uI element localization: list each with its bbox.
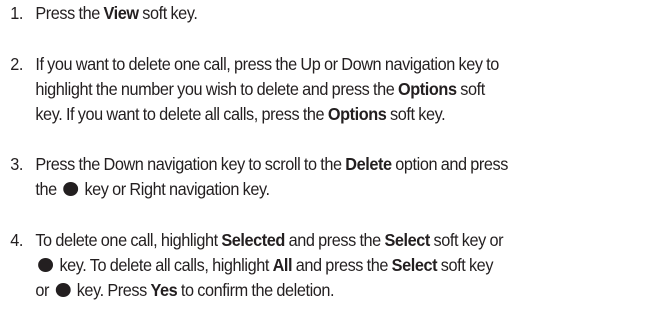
step-4: 4. To delete one call, highlight Selecte… xyxy=(0,228,605,303)
text-run: Press the Down navigation key to scroll … xyxy=(35,154,346,174)
step-number: 1. xyxy=(10,3,23,23)
text-run: option and press xyxy=(391,154,508,174)
text-run: the xyxy=(35,179,61,199)
step-text: Press the Down navigation key to scroll … xyxy=(35,152,635,202)
select-key-icon xyxy=(63,182,79,196)
text-run: soft key xyxy=(437,255,494,275)
bold-term: Yes xyxy=(150,280,178,300)
text-run: Press the xyxy=(35,3,104,23)
bold-term: All xyxy=(272,255,293,275)
select-key-icon xyxy=(55,283,71,297)
step-number: 2. xyxy=(10,54,23,74)
step-line: key. If you want to delete all calls, pr… xyxy=(35,102,635,127)
step-line: To delete one call, highlight Selected a… xyxy=(35,228,635,253)
text-run: and press the xyxy=(284,230,385,250)
step-line: Press the Down navigation key to scroll … xyxy=(35,152,635,177)
step-number: 4. xyxy=(10,230,23,250)
step-line: or key. Press Yes to confirm the deletio… xyxy=(35,278,635,303)
step-text: If you want to delete one call, press th… xyxy=(35,52,635,127)
bold-term: Select xyxy=(391,255,438,275)
step-text: To delete one call, highlight Selected a… xyxy=(35,228,635,303)
text-run: key. To delete all calls, highlight xyxy=(55,255,273,275)
bold-term: Options xyxy=(327,104,387,124)
text-run: key. Press xyxy=(73,280,151,300)
text-run: soft key. xyxy=(386,104,446,124)
step-1: 1. Press the View soft key. xyxy=(0,1,605,26)
text-run: highlight the number you wish to delete … xyxy=(35,79,399,99)
step-line: the key or Right navigation key. xyxy=(35,177,635,202)
text-run: If you want to delete one call, press th… xyxy=(35,54,499,74)
text-run: key or Right navigation key. xyxy=(80,179,270,199)
step-line: Press the View soft key. xyxy=(35,1,635,26)
bold-term: Delete xyxy=(345,154,392,174)
step-number: 3. xyxy=(10,154,23,174)
bold-term: View xyxy=(103,3,140,23)
text-run: soft key. xyxy=(138,3,198,23)
bold-term: Select xyxy=(384,230,430,250)
step-text: Press the View soft key. xyxy=(35,1,635,26)
text-run: soft xyxy=(456,79,485,99)
step-3: 3. Press the Down navigation key to scro… xyxy=(0,152,605,202)
text-run: to confirm the deletion. xyxy=(177,280,335,300)
step-2: 2. If you want to delete one call, press… xyxy=(0,52,605,127)
text-run: To delete one call, highlight xyxy=(35,230,222,250)
step-line: key. To delete all calls, highlight All … xyxy=(35,253,635,278)
bold-term: Options xyxy=(398,79,457,99)
step-line: highlight the number you wish to delete … xyxy=(35,77,635,102)
text-run: soft key or xyxy=(429,230,504,250)
bold-term: Selected xyxy=(221,230,285,250)
select-key-icon xyxy=(38,258,54,272)
text-run: and press the xyxy=(292,255,392,275)
step-line: If you want to delete one call, press th… xyxy=(35,52,635,77)
text-run: key. If you want to delete all calls, pr… xyxy=(35,104,328,124)
instruction-steps: 1. Press the View soft key. 2. If you wa… xyxy=(0,0,651,310)
text-run: or xyxy=(35,280,53,300)
